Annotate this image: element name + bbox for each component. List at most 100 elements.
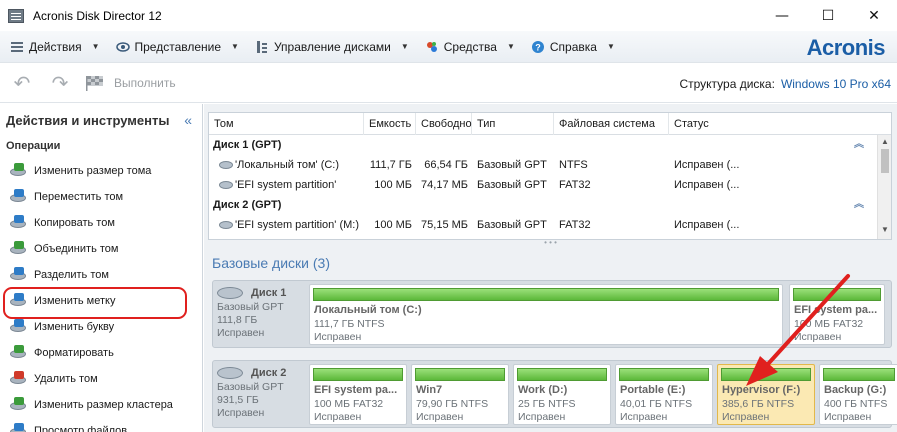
minimize-button[interactable]: — [759, 0, 805, 31]
collapse-panel-icon[interactable]: « [184, 112, 192, 128]
cell-text: 75,15 МБ [421, 219, 468, 231]
resize-volume-icon [10, 163, 28, 179]
partition-block[interactable]: Win7 79,90 ГБ NTFS Исправен [411, 364, 509, 425]
menu-help[interactable]: ? Справка ▼ [531, 35, 617, 59]
operation-label: Удалить том [34, 373, 98, 385]
operation-item[interactable]: Изменить размер кластера [0, 392, 202, 418]
scroll-up-icon[interactable]: ▲ [881, 137, 889, 146]
operation-item[interactable]: Удалить том [0, 366, 202, 392]
partition-size: 400 ГБ NTFS [824, 398, 888, 410]
collapse-group-icon[interactable]: ︽ [854, 135, 864, 155]
table-scrollbar[interactable]: ▲ ▼ [877, 135, 891, 239]
eye-icon [115, 41, 130, 52]
menu-tools[interactable]: Средства ▼ [425, 35, 517, 59]
partition-info: 111,7 ГБ NTFS Исправен [314, 318, 780, 344]
table-header: Том Емкость Свободно Тип Файловая систем… [209, 112, 891, 135]
disk-info: Диск 2 Базовый GPT 931,5 ГБ Исправен [217, 365, 301, 420]
run-button[interactable]: Выполнить [114, 76, 176, 90]
table-cell: 75,15 МБ [416, 219, 472, 231]
scroll-down-icon[interactable]: ▼ [881, 225, 889, 234]
browse-files-icon [10, 423, 28, 432]
menu-disk-management[interactable]: Управление дисками ▼ [255, 35, 411, 59]
menu-label: Действия [29, 39, 82, 54]
cell-text: Базовый GPT [477, 159, 547, 171]
table-cell: 74,17 МБ [416, 179, 472, 191]
partition-block[interactable]: Hypervisor (F:) 385,6 ГБ NTFS Исправен [717, 364, 815, 425]
partition-block[interactable]: Backup (G:) 400 ГБ NTFS Исправен [819, 364, 897, 425]
scroll-thumb[interactable] [881, 149, 889, 173]
column-header-capacity[interactable]: Емкость [364, 112, 416, 135]
maximize-button[interactable]: ☐ [805, 0, 851, 31]
table-body: Диск 1 (GPT) ︽ 'Локальный том' (C:) 111,7 Г… [209, 135, 891, 235]
format-icon [10, 345, 28, 361]
basic-disks-title: Базовые диски (3) [212, 255, 330, 271]
operation-item[interactable]: Переместить том [0, 184, 202, 210]
cell-text: 100 МБ [374, 179, 412, 191]
disk-row[interactable]: Диск 1 Базовый GPT 111,8 ГБ Исправен Локальн… [212, 280, 892, 348]
cell-text: Исправен (... [674, 219, 740, 231]
disk-group-title[interactable]: Диск 1 (GPT) ︽ [209, 135, 891, 155]
svg-text:?: ? [535, 42, 541, 52]
partition-block[interactable]: Локальный том (C:) 111,7 ГБ NTFS Исправен [309, 284, 783, 345]
table-row[interactable]: 'Локальный том' (C:) 111,7 ГБ 66,54 ГБ Базо… [209, 155, 891, 175]
disk-size: 111,8 ГБ [217, 314, 258, 326]
column-header-volume[interactable]: Том [209, 112, 364, 135]
column-header-filesystem[interactable]: Файловая система [554, 112, 669, 135]
highlight-annotation [3, 287, 187, 319]
tools-icon [426, 41, 437, 52]
volume-icon [219, 161, 233, 170]
run-flag-icon[interactable] [84, 71, 108, 95]
partition-block[interactable]: Portable (E:) 40,01 ГБ NTFS Исправен [615, 364, 713, 425]
cluster-size-icon [10, 397, 28, 413]
table-cell: Базовый GPT [472, 159, 554, 171]
table-cell: 'EFI system partition' [209, 179, 364, 191]
column-header-free[interactable]: Свободно [416, 112, 472, 135]
panel-splitter[interactable]: • • • [204, 239, 897, 247]
partition-block[interactable]: EFI system pa... 100 МБ FAT32 Исправен [309, 364, 407, 425]
cell-text: Исправен (... [674, 179, 740, 191]
cell-text: FAT32 [559, 219, 591, 231]
cell-text: Исправен (... [674, 159, 740, 171]
disk-row[interactable]: Диск 2 Базовый GPT 931,5 ГБ Исправен EFI sys… [212, 360, 897, 428]
table-cell: Исправен (... [669, 219, 829, 231]
cell-text: 74,17 МБ [421, 179, 468, 191]
partition-usage-bar [619, 368, 709, 381]
operation-item[interactable]: Форматировать [0, 340, 202, 366]
split-volume-icon [10, 267, 28, 283]
operation-item[interactable]: Просмотр файлов [0, 418, 202, 432]
disk-name: Диск 2 [251, 367, 287, 379]
collapse-group-icon[interactable]: ︽ [854, 195, 864, 215]
title-bar: Acronis Disk Director 12 — ☐ ✕ [0, 0, 897, 31]
menu-label: Справка [549, 39, 597, 54]
redo-icon[interactable]: ↷ [48, 71, 72, 95]
partition-usage-bar [313, 368, 403, 381]
cell-text: 'Локальный том' (C:) [235, 159, 340, 171]
partition-size: 385,6 ГБ NTFS [722, 398, 795, 410]
disk-group-title[interactable]: Диск 2 (GPT) ︽ [209, 195, 891, 215]
table-row[interactable]: 'EFI system partition' 100 МБ 74,17 МБ Базо… [209, 175, 891, 195]
volumes-table: Том Емкость Свободно Тип Файловая систем… [208, 112, 892, 240]
operation-item[interactable]: Разделить том [0, 262, 202, 288]
partition-usage-bar [415, 368, 505, 381]
column-header-status[interactable]: Статус [669, 113, 877, 135]
partition-block[interactable]: Work (D:) 25 ГБ NTFS Исправен [513, 364, 611, 425]
chevron-down-icon: ▼ [506, 42, 515, 51]
menu-actions[interactable]: Действия ▼ [10, 35, 102, 59]
undo-icon[interactable]: ↶ [10, 71, 34, 95]
disk-structure-value[interactable]: Windows 10 Pro x64 [781, 77, 891, 91]
partition-info: 400 ГБ NTFS Исправен [824, 398, 896, 424]
table-row[interactable]: 'EFI system partition' (M:) 100 МБ 75,15 М… [209, 215, 891, 235]
operation-item[interactable]: Изменить размер тома [0, 158, 202, 184]
column-header-type[interactable]: Тип [472, 112, 554, 135]
partition-usage-bar [823, 368, 895, 381]
partition-size: 40,01 ГБ NTFS [620, 398, 693, 410]
operation-item[interactable]: Копировать том [0, 210, 202, 236]
operation-item[interactable]: Объединить том [0, 236, 202, 262]
close-button[interactable]: ✕ [851, 0, 897, 31]
partition-block[interactable]: EFI system pa... 100 МБ FAT32 Исправен [789, 284, 885, 345]
menu-view[interactable]: Представление ▼ [115, 35, 241, 59]
operation-label: Разделить том [34, 269, 109, 281]
disk-structure-label: Структура диска: [679, 77, 775, 91]
partition-status: Исправен [794, 331, 842, 343]
partition-usage-bar [721, 368, 811, 381]
